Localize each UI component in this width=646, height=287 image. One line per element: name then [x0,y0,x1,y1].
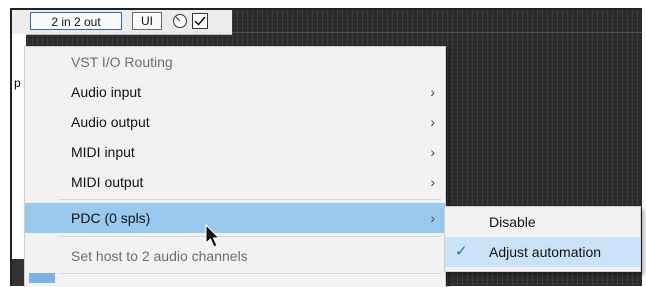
chevron-right-icon: › [430,114,435,130]
io-routing-menu: VST I/O Routing Audio input › Audio outp… [24,46,446,287]
menu-item-midi-output[interactable]: MIDI output › [25,167,445,197]
checkmark-icon: ✓ [455,243,468,260]
left-panel-text: p [14,76,21,90]
plugin-toolbar: 2 in 2 out UI [12,10,232,35]
next-item-highlight [29,273,55,283]
pdc-submenu: Disable ✓ Adjust automation [444,206,641,272]
chevron-right-icon: › [430,144,435,160]
menu-header: VST I/O Routing [25,47,445,77]
chevron-right-icon: › [430,84,435,100]
submenu-item-label: Adjust automation [489,244,602,260]
menu-item-audio-output[interactable]: Audio output › [25,107,445,137]
menu-item-label: PDC (0 spls) [71,210,151,226]
submenu-item-disable[interactable]: Disable [445,207,640,237]
menu-item-audio-input[interactable]: Audio input › [25,77,445,107]
menu-item-label: Audio input [71,84,142,100]
menu-separator [59,273,441,274]
submenu-item-adjust-automation[interactable]: ✓ Adjust automation [445,237,640,267]
menu-item-midi-input[interactable]: MIDI input › [25,137,445,167]
menu-item-label: Audio output [71,114,150,130]
checkmark-icon [194,16,206,26]
chevron-right-icon: › [430,174,435,190]
menu-separator [59,199,441,200]
bypass-checkbox[interactable] [192,13,208,29]
chevron-right-icon: › [430,210,435,226]
menu-item-pdc[interactable]: PDC (0 spls) › [25,203,445,233]
menu-separator [59,236,441,237]
io-routing-button[interactable]: 2 in 2 out [30,12,122,30]
menu-header-label: VST I/O Routing [71,54,173,70]
menu-item-label: MIDI input [71,144,135,160]
mouse-cursor-icon [205,223,221,248]
knob-icon[interactable] [172,13,188,29]
ui-button[interactable]: UI [132,12,162,30]
submenu-item-label: Disable [489,214,536,230]
menu-item-label: MIDI output [71,174,144,190]
menu-item-set-host-channels: Set host to 2 audio channels [25,241,445,271]
